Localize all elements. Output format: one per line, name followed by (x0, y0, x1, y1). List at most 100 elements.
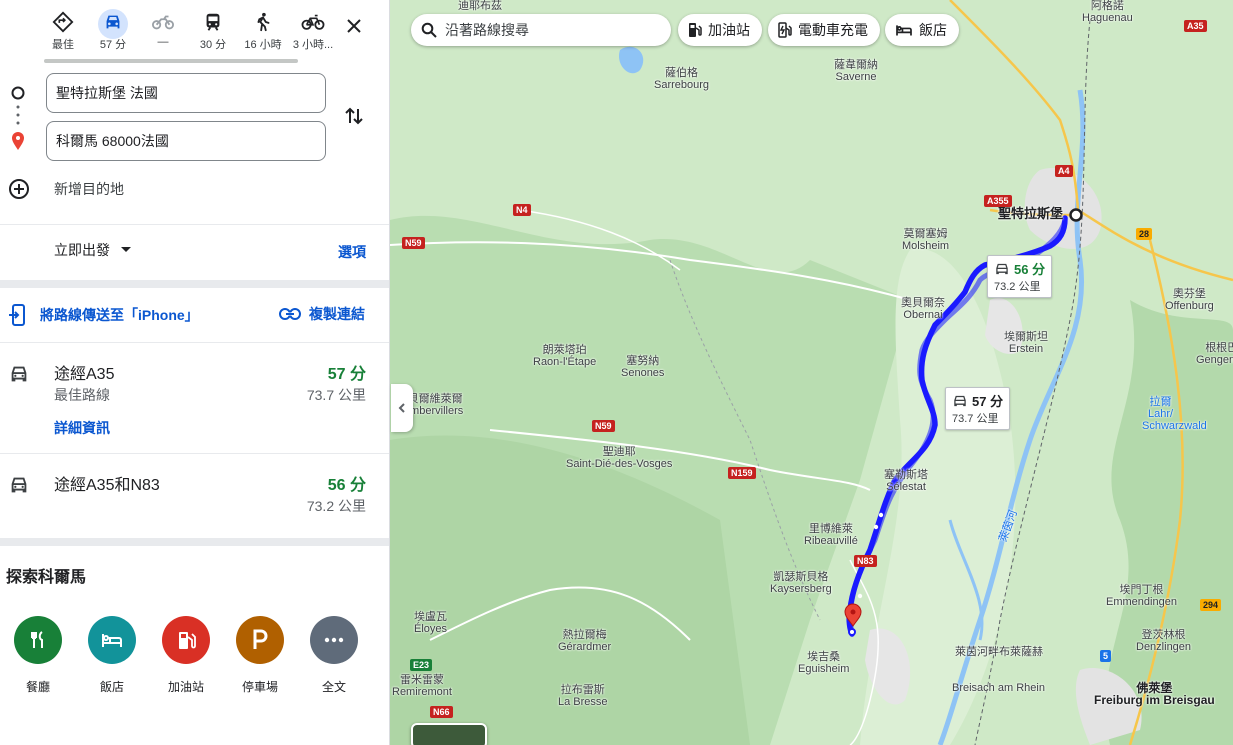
options-button[interactable]: 選項 (338, 242, 366, 262)
category-label: 全文 (321, 680, 346, 694)
mode-walk[interactable]: 16 小時 (238, 8, 288, 56)
explore-gas-stations[interactable]: 加油站 (156, 616, 216, 695)
train-icon (206, 13, 220, 31)
route-duration: 57 分 (327, 366, 366, 383)
depart-label: 立即出發 (54, 242, 110, 258)
layers-thumbnail-button[interactable] (411, 723, 487, 745)
place-label: Breisach am Rhein (952, 682, 1045, 694)
destination-input[interactable]: 科爾馬 68000法國 (46, 121, 326, 161)
place-label: 薩韋爾納 Saverne (834, 59, 878, 83)
add-destination-button[interactable]: 新增目的地 (6, 176, 306, 202)
send-to-phone-button[interactable]: 將路線傳送至「iPhone」 (8, 304, 199, 326)
mode-motorcycle[interactable]: — (138, 8, 188, 56)
motorcycle-icon (152, 15, 175, 30)
road-shield: A35 (1184, 20, 1207, 32)
place-label: 登茨林根 Denzlingen (1136, 629, 1192, 653)
mode-bike[interactable]: 3 小時... (288, 8, 338, 56)
road-shield: N59 (402, 237, 425, 249)
origin-marker[interactable] (1069, 208, 1083, 222)
chevron-left-icon (398, 403, 405, 413)
category-label: 飯店 (99, 680, 124, 694)
category-label: 停車場 (241, 680, 278, 694)
route-waypoint (878, 512, 884, 518)
car-icon (954, 395, 966, 406)
route-details-link[interactable]: 詳細資訊 (54, 418, 110, 438)
route-option-2[interactable]: 途經A35和N83 56 分 73.2 公里 (0, 454, 389, 536)
add-destination-label: 新增目的地 (54, 181, 124, 197)
explore-restaurants[interactable]: 餐廳 (8, 616, 68, 695)
explore-parking[interactable]: 停車場 (230, 616, 290, 695)
link-icon (279, 308, 301, 320)
route-callout-main[interactable]: 57 分 73.7 公里 (945, 387, 1011, 430)
route-distance: 73.7 公里 (306, 387, 366, 403)
copy-link-button[interactable]: 複製連結 (279, 304, 365, 324)
dropdown-arrow-icon (121, 247, 131, 252)
destination-pin-dot (850, 609, 856, 615)
mode-label: — (157, 36, 169, 48)
place-label: 薩伯格 Sarrebourg (654, 67, 710, 91)
place-label: 埃門丁根 Emmendingen (1106, 584, 1177, 608)
chip-hotels[interactable]: 飯店 (885, 14, 959, 46)
chip-label: 飯店 (919, 22, 947, 38)
route-waypoint (873, 524, 879, 530)
directions-panel: 最佳 57 分 — 30 分 16 小時 3 小時... 聖特拉斯堡 法國 科爾… (0, 0, 390, 745)
divider (0, 224, 389, 225)
road-shield: A355 (984, 195, 1012, 207)
chip-label: 加油站 (708, 22, 750, 38)
search-icon (421, 22, 437, 38)
mode-drive[interactable]: 57 分 (88, 8, 138, 56)
place-label: 凱瑟斯貝格 Kaysersberg (770, 571, 832, 595)
bike-icon (301, 14, 325, 30)
place-label-origin-city: 聖特拉斯堡 (998, 206, 1064, 221)
place-label: 聖迪耶 Saint-Dié-des-Vosges (566, 446, 673, 470)
car-icon (11, 477, 27, 493)
search-along-route-input[interactable]: 沿著路線搜尋 (411, 14, 671, 46)
search-placeholder: 沿著路線搜尋 (445, 22, 529, 38)
route-duration: 56 分 (327, 477, 366, 494)
place-label: 埃爾斯坦 Erstein (1004, 331, 1048, 355)
category-label: 餐廳 (25, 680, 50, 694)
road-shield: 5 (1100, 650, 1112, 662)
map-canvas[interactable]: 迪耶布茲 阿格諾 Haguenau 薩伯格 Sarrebourg 薩韋爾納 Saver… (390, 0, 1233, 745)
place-label: 朗萊塔珀 Raon-l'Étape (533, 344, 597, 368)
place-label: 埃吉桑 Eguisheim (798, 651, 850, 675)
origin-input[interactable]: 聖特拉斯堡 法國 (46, 73, 326, 113)
chip-gas-stations[interactable]: 加油站 (678, 14, 762, 46)
copy-link-label: 複製連結 (309, 306, 365, 322)
add-circle-icon (9, 179, 29, 199)
place-label: 塞努納 Senones (621, 355, 665, 379)
send-to-phone-label: 將路線傳送至「iPhone」 (40, 307, 199, 323)
mode-transit[interactable]: 30 分 (188, 8, 238, 56)
place-label: 萊茵河畔布萊薩赫 (955, 646, 1043, 658)
chip-ev-charging[interactable]: 電動車充電 (768, 14, 880, 46)
road-shield: A4 (1055, 165, 1073, 177)
collapse-panel-button[interactable] (391, 384, 413, 432)
explore-more[interactable]: 全文 (304, 616, 364, 695)
depart-time-dropdown[interactable]: 立即出發 (54, 240, 132, 260)
close-button[interactable] (340, 12, 368, 40)
explore-title: 探索科爾馬 (6, 569, 87, 586)
restaurant-icon (14, 616, 62, 664)
chip-label: 電動車充電 (798, 22, 868, 38)
route-name: 途經A35和N83 (54, 477, 160, 494)
more-horiz-icon (310, 616, 358, 664)
swap-button[interactable] (340, 102, 368, 130)
parking-icon (236, 616, 284, 664)
mode-best[interactable]: 最佳 (38, 8, 88, 56)
explore-hotels[interactable]: 飯店 (82, 616, 142, 695)
road-shield: N4 (513, 204, 531, 216)
swap-icon (345, 107, 363, 125)
place-label: 拉布雷斯 La Bresse (558, 684, 608, 708)
modes-scrollbar[interactable] (44, 59, 298, 63)
category-label: 加油站 (167, 680, 204, 694)
road-shield: 294 (1200, 599, 1222, 611)
road-shield: E23 (410, 659, 433, 671)
place-label: 迪耶布茲 (458, 0, 502, 12)
place-label: 雷米雷蒙 Remiremont (392, 674, 452, 698)
mode-label: 3 小時... (292, 39, 334, 51)
road-shield: N59 (592, 420, 615, 432)
road-shield: 28 (1136, 228, 1153, 240)
route-callout-alt[interactable]: 56 分 73.2 公里 (987, 255, 1053, 298)
road-shield: N66 (430, 706, 453, 718)
route-waypoint (857, 593, 863, 599)
